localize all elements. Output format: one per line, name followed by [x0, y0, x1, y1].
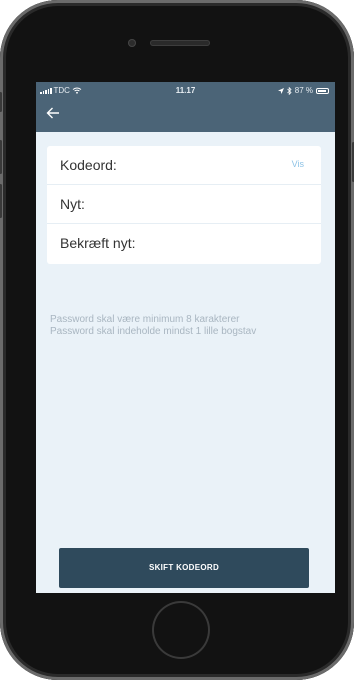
password-requirements: Password skal være minimum 8 karakterer …: [50, 314, 320, 338]
app-screen: TDC 11.17 87 % Kodeord: Vis Nyt: Bekræft…: [36, 82, 335, 593]
top-bar: TDC 11.17 87 %: [36, 82, 335, 132]
requirement-min-length: Password skal være minimum 8 karakterer: [50, 314, 240, 325]
battery-icon: [316, 87, 329, 94]
confirm-password-field[interactable]: Bekræft nyt:: [47, 224, 321, 263]
current-password-label: Kodeord:: [60, 157, 117, 173]
new-password-label: Nyt:: [60, 196, 85, 212]
back-button[interactable]: [46, 106, 66, 124]
password-form: Kodeord: Vis Nyt: Bekræft nyt:: [47, 146, 321, 264]
location-icon: [277, 87, 284, 94]
confirm-password-label: Bekræft nyt:: [60, 235, 136, 251]
change-password-button[interactable]: SKIFT KODEORD: [59, 548, 309, 588]
home-button[interactable]: [152, 601, 210, 659]
volume-up-button: [0, 140, 2, 174]
show-password-link[interactable]: Vis: [292, 159, 304, 169]
volume-down-button: [0, 184, 2, 218]
battery-percentage: 87 %: [294, 86, 313, 95]
status-bar: TDC 11.17 87 %: [36, 82, 335, 98]
new-password-field[interactable]: Nyt:: [47, 185, 321, 224]
arrow-left-icon: [46, 107, 59, 119]
mute-switch: [0, 92, 2, 112]
requirement-lowercase: Password skal indeholde mindst 1 lille b…: [50, 326, 257, 337]
status-right: 87 %: [277, 86, 329, 95]
phone-frame: TDC 11.17 87 % Kodeord: Vis Nyt: Bekræft…: [0, 0, 354, 680]
front-camera: [128, 39, 136, 47]
bluetooth-icon: [286, 86, 292, 95]
current-password-field[interactable]: Kodeord: Vis: [47, 146, 321, 185]
earpiece-speaker: [150, 40, 210, 46]
